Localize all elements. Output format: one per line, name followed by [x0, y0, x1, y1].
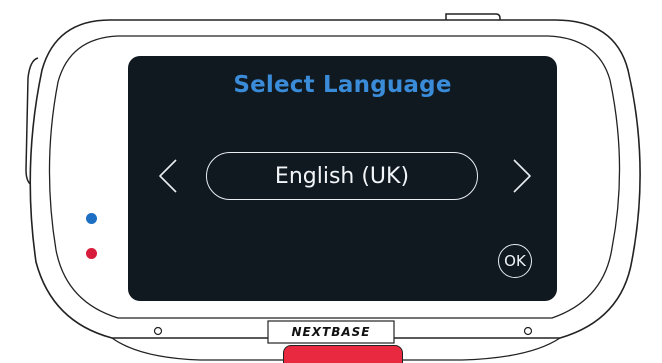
lcd-screen: Select Language English (UK) OK [128, 56, 557, 301]
chevron-right-icon[interactable] [500, 152, 540, 200]
mic-hole-right [523, 326, 533, 336]
page-title: Select Language [233, 72, 452, 98]
chevron-left-icon[interactable] [150, 152, 190, 200]
ok-button[interactable]: OK [498, 244, 532, 278]
brand-logo: NEXTBASE [291, 325, 371, 339]
record-button[interactable] [283, 345, 403, 363]
dashcam-device: Select Language English (UK) OK NEXTBASE [0, 0, 662, 363]
language-selector[interactable]: English (UK) [206, 152, 478, 200]
status-led-blue [86, 213, 97, 224]
status-led-red [86, 248, 97, 259]
mic-hole-left [153, 326, 163, 336]
